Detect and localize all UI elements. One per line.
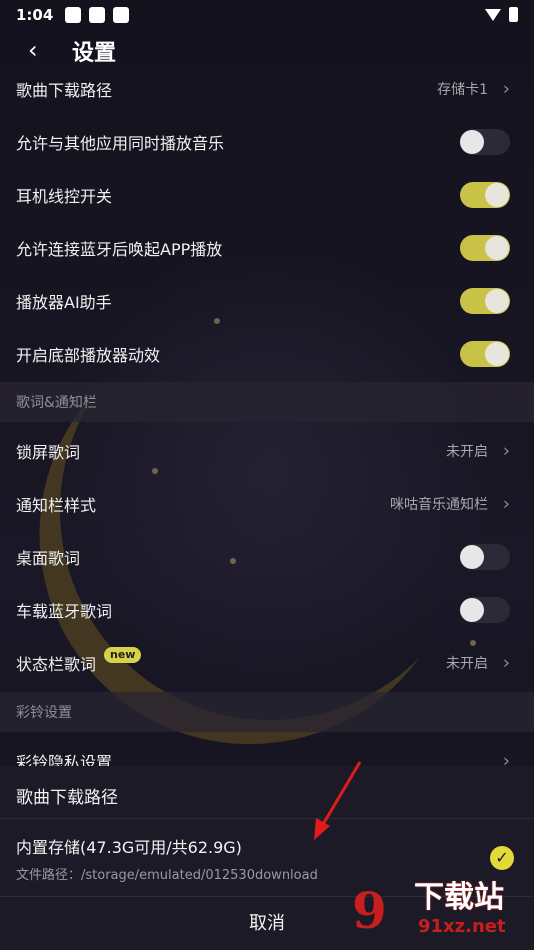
toggle-knob	[485, 235, 509, 260]
notification-icon	[65, 7, 82, 23]
storage-option-path: 文件路径：/storage/emulated/012530download	[16, 868, 318, 883]
wifi-icon	[485, 8, 501, 21]
chevron-right-icon: ›	[502, 78, 510, 99]
settings-row-lock-lyrics[interactable]: 锁屏歌词 未开启 ›	[0, 424, 534, 477]
row-label: 开启底部播放器动效	[16, 345, 161, 365]
settings-row-bluetooth-wake: 允许连接蓝牙后唤起APP播放	[0, 221, 534, 274]
back-icon[interactable]: ‹	[28, 38, 46, 62]
toggle-switch[interactable]	[460, 543, 510, 570]
row-value: 咪咕音乐通知栏	[390, 496, 488, 513]
section-label: 歌词&通知栏	[16, 395, 97, 411]
toggle-switch[interactable]	[460, 181, 510, 208]
settings-row-download-path[interactable]: 歌曲下载路径 存储卡1 ›	[0, 62, 534, 115]
chevron-right-icon: ›	[502, 440, 510, 461]
chevron-right-icon: ›	[502, 652, 510, 673]
row-label: 播放器AI助手	[16, 292, 112, 312]
settings-row-car-lyrics: 车载蓝牙歌词	[0, 583, 534, 636]
section-header-ringtone: 彩铃设置	[0, 692, 534, 732]
row-label: 允许连接蓝牙后唤起APP播放	[16, 239, 223, 259]
row-value: 存储卡1	[437, 81, 488, 98]
row-label: 通知栏样式	[16, 495, 97, 515]
toggle-switch[interactable]	[460, 287, 510, 314]
notification-icon	[113, 7, 130, 23]
watermark-number: 9	[352, 881, 387, 940]
section-label: 彩铃设置	[16, 705, 72, 721]
status-time: 1:04	[16, 6, 54, 24]
settings-row-ai-assistant: 播放器AI助手	[0, 274, 534, 327]
row-value: 未开启	[446, 443, 488, 460]
toggle-knob	[485, 182, 509, 207]
row-label: 允许与其他应用同时播放音乐	[16, 133, 225, 153]
toggle-switch[interactable]	[460, 234, 510, 261]
toggle-knob	[485, 288, 509, 313]
new-badge: new	[104, 646, 142, 663]
settings-row-statusbar-lyrics[interactable]: 状态栏歌词 new 未开启 ›	[0, 636, 534, 689]
settings-row-mix-play: 允许与其他应用同时播放音乐	[0, 115, 534, 168]
settings-row-headset-control: 耳机线控开关	[0, 168, 534, 221]
battery-icon	[509, 7, 518, 22]
row-label-text: 状态栏歌词	[16, 654, 97, 674]
toggle-knob	[460, 544, 484, 569]
settings-row-desktop-lyrics: 桌面歌词	[0, 530, 534, 583]
toggle-switch[interactable]	[460, 596, 510, 623]
row-value: 未开启	[446, 655, 488, 672]
row-label: 车载蓝牙歌词	[16, 601, 113, 621]
section-header-lyrics: 歌词&通知栏	[0, 382, 534, 422]
storage-option-title: 内置存储(47.3G可用/共62.9G)	[16, 838, 242, 857]
row-label: 锁屏歌词	[16, 442, 81, 462]
toggle-switch[interactable]	[460, 340, 510, 367]
toggle-knob	[460, 597, 484, 622]
status-bar: 1:04	[0, 0, 534, 30]
settings-row-notification-style[interactable]: 通知栏样式 咪咕音乐通知栏 ›	[0, 477, 534, 530]
row-label: 桌面歌词	[16, 548, 81, 568]
check-icon: ✓	[490, 846, 514, 870]
settings-row-player-animation: 开启底部播放器动效	[0, 327, 534, 380]
chevron-right-icon: ›	[502, 493, 510, 514]
toggle-knob	[485, 341, 509, 366]
watermark-url: 91xz.net	[418, 916, 506, 937]
toggle-switch[interactable]	[460, 128, 510, 155]
watermark-logo: 9 下载站 91xz.net	[352, 882, 524, 944]
notification-icon	[89, 7, 106, 23]
row-label: 耳机线控开关	[16, 186, 113, 206]
sheet-title: 歌曲下载路径	[16, 788, 118, 808]
toggle-knob	[460, 129, 484, 154]
row-label: 歌曲下载路径	[16, 80, 113, 100]
watermark-text: 下载站	[414, 880, 504, 915]
row-label: 状态栏歌词 new	[16, 646, 142, 675]
